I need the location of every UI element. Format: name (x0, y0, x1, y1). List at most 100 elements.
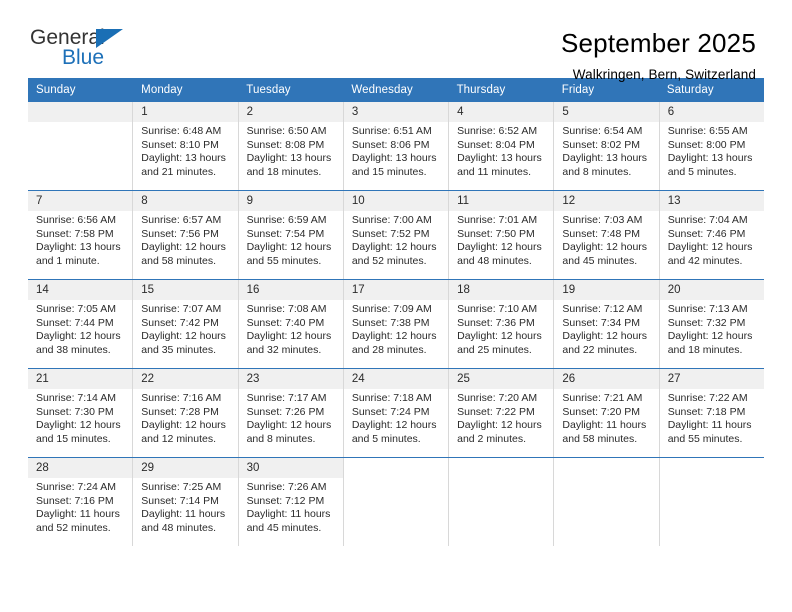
day-daylight2-text: and 2 minutes. (457, 432, 527, 445)
day-cell[interactable]: 15 Sunrise: 7:07 AM Sunset: 7:42 PM Dayligh… (133, 280, 239, 368)
day-sunrise-text: Sunrise: 7:21 AM (562, 392, 643, 404)
day-sun-info: Sunrise: 6:54 AM Sunset: 8:02 PM Daylight:… (554, 122, 658, 179)
day-sunrise-text: Sunrise: 6:57 AM (141, 214, 222, 226)
day-daylight1-text: Daylight: 12 hours (246, 241, 332, 254)
day-cell[interactable]: 14 Sunrise: 7:05 AM Sunset: 7:44 PM Dayligh… (28, 280, 134, 368)
day-daylight1-text: Daylight: 11 hours (667, 419, 752, 432)
day-number: 19 (554, 280, 659, 300)
day-daylight1-text: Daylight: 13 hours (141, 152, 226, 165)
calendar-grid: Sunday Monday Tuesday Wednesday Thursday… (28, 78, 764, 546)
day-daylight2-text: and 25 minutes. (457, 343, 532, 356)
day-sunrise-text: Sunrise: 7:05 AM (36, 303, 116, 315)
day-cell[interactable]: 8 Sunrise: 6:57 AM Sunset: 7:56 PM Daylight… (133, 191, 239, 279)
day-cell[interactable]: 11 Sunrise: 7:01 AM Sunset: 7:50 PM Dayligh… (449, 191, 555, 279)
day-sunset-text: Sunset: 7:42 PM (141, 316, 219, 329)
day-daylight2-text: and 55 minutes. (246, 254, 322, 267)
day-daylight1-text: Daylight: 11 hours (246, 508, 331, 521)
day-sunrise-text: Sunrise: 7:25 AM (141, 481, 222, 493)
day-cell[interactable]: 4 Sunrise: 6:52 AM Sunset: 8:04 PM Daylight… (449, 102, 555, 190)
day-number: 3 (343, 102, 449, 122)
day-sunset-text: Sunset: 7:18 PM (667, 405, 746, 418)
day-sunrise-text: Sunrise: 7:13 AM (667, 303, 748, 315)
day-sunrise-text: Sunrise: 6:50 AM (246, 125, 327, 137)
day-cell[interactable]: 24 Sunrise: 7:18 AM Sunset: 7:24 PM Dayligh… (343, 369, 450, 457)
day-cell[interactable]: 2 Sunrise: 6:50 AM Sunset: 8:08 PM Daylight… (238, 102, 344, 190)
day-cell[interactable]: 9 Sunrise: 6:59 AM Sunset: 7:54 PM Daylight… (238, 191, 344, 279)
day-sunset-text: Sunset: 7:20 PM (562, 405, 641, 418)
day-daylight2-text: and 48 minutes. (141, 521, 216, 534)
day-sun-info: Sunrise: 6:56 AM Sunset: 7:58 PM Daylight:… (28, 211, 132, 268)
day-daylight2-text: and 38 minutes. (36, 343, 111, 356)
day-number: 22 (133, 369, 238, 389)
day-cell[interactable]: 13 Sunrise: 7:04 AM Sunset: 7:46 PM Dayligh… (659, 191, 764, 279)
day-daylight1-text: Daylight: 12 hours (246, 330, 332, 343)
day-cell[interactable]: 10 Sunrise: 7:00 AM Sunset: 7:52 PM Dayligh… (343, 191, 450, 279)
day-number: 29 (133, 458, 238, 478)
day-sunset-text: Sunset: 7:12 PM (246, 494, 325, 507)
day-number: 4 (449, 102, 554, 122)
weekday-header-thursday: Thursday (456, 84, 506, 96)
day-sunset-text: Sunset: 7:58 PM (36, 227, 114, 240)
day-cell[interactable]: 25 Sunrise: 7:20 AM Sunset: 7:22 PM Dayligh… (449, 369, 555, 457)
day-sun-info: Sunrise: 7:18 AM Sunset: 7:24 PM Daylight:… (344, 389, 448, 446)
day-number: 1 (133, 102, 238, 122)
day-cell[interactable]: 22 Sunrise: 7:16 AM Sunset: 7:28 PM Dayligh… (133, 369, 239, 457)
day-cell[interactable]: 29 Sunrise: 7:25 AM Sunset: 7:14 PM Dayligh… (133, 458, 239, 546)
day-cell-empty (449, 458, 555, 546)
day-cell[interactable]: 28 Sunrise: 7:24 AM Sunset: 7:16 PM Dayligh… (28, 458, 134, 546)
day-sun-info: Sunrise: 7:25 AM Sunset: 7:14 PM Daylight:… (133, 478, 237, 535)
day-cell[interactable]: 17 Sunrise: 7:09 AM Sunset: 7:38 PM Dayligh… (343, 280, 450, 368)
day-sunrise-text: Sunrise: 6:55 AM (667, 125, 748, 137)
day-cell[interactable]: 30 Sunrise: 7:26 AM Sunset: 7:12 PM Dayligh… (238, 458, 344, 546)
day-daylight2-text: and 32 minutes. (246, 343, 322, 356)
day-sunrise-text: Sunrise: 7:20 AM (457, 392, 538, 404)
calendar-page: General Blue September 2025 Walkringen, … (0, 0, 792, 612)
day-number (343, 458, 449, 478)
day-number: 23 (238, 369, 343, 389)
day-sun-info: Sunrise: 7:00 AM Sunset: 7:52 PM Daylight:… (344, 211, 448, 268)
day-cell[interactable]: 7 Sunrise: 6:56 AM Sunset: 7:58 PM Daylight… (28, 191, 134, 279)
day-cell[interactable]: 27 Sunrise: 7:22 AM Sunset: 7:18 PM Dayligh… (659, 369, 764, 457)
day-cell[interactable]: 1 Sunrise: 6:48 AM Sunset: 8:10 PM Daylight… (133, 102, 239, 190)
day-cell[interactable]: 26 Sunrise: 7:21 AM Sunset: 7:20 PM Dayligh… (554, 369, 660, 457)
day-daylight2-text: and 48 minutes. (457, 254, 532, 267)
day-number: 26 (554, 369, 659, 389)
day-daylight1-text: Daylight: 12 hours (562, 330, 648, 343)
day-daylight2-text: and 58 minutes. (562, 432, 638, 445)
calendar-week-row: 7 Sunrise: 6:56 AM Sunset: 7:58 PM Daylight… (28, 190, 764, 279)
day-sun-info: Sunrise: 7:04 AM Sunset: 7:46 PM Daylight:… (660, 211, 764, 268)
day-daylight2-text: and 58 minutes. (141, 254, 216, 267)
day-cell[interactable]: 19 Sunrise: 7:12 AM Sunset: 7:34 PM Dayligh… (554, 280, 660, 368)
day-daylight1-text: Daylight: 13 hours (562, 152, 648, 165)
title-block: September 2025 Walkringen, Bern, Switzer… (150, 26, 756, 84)
day-cell[interactable]: 5 Sunrise: 6:54 AM Sunset: 8:02 PM Daylight… (554, 102, 660, 190)
day-daylight2-text: and 11 minutes. (457, 165, 532, 178)
day-cell[interactable]: 12 Sunrise: 7:03 AM Sunset: 7:48 PM Dayligh… (554, 191, 660, 279)
day-cell[interactable]: 23 Sunrise: 7:17 AM Sunset: 7:26 PM Dayligh… (238, 369, 344, 457)
day-number: 14 (28, 280, 133, 300)
day-cell[interactable]: 6 Sunrise: 6:55 AM Sunset: 8:00 PM Daylight… (659, 102, 764, 190)
calendar-weeks: 1 Sunrise: 6:48 AM Sunset: 8:10 PM Daylight… (28, 102, 764, 546)
general-blue-logo[interactable]: General Blue (30, 26, 150, 78)
day-cell[interactable]: 20 Sunrise: 7:13 AM Sunset: 7:32 PM Dayligh… (659, 280, 764, 368)
day-cell-empty (343, 458, 450, 546)
day-sunrise-text: Sunrise: 6:54 AM (562, 125, 643, 137)
day-cell[interactable]: 16 Sunrise: 7:08 AM Sunset: 7:40 PM Dayligh… (238, 280, 344, 368)
day-daylight1-text: Daylight: 12 hours (457, 419, 542, 432)
day-number: 5 (554, 102, 659, 122)
day-number: 10 (343, 191, 449, 211)
day-cell[interactable]: 18 Sunrise: 7:10 AM Sunset: 7:36 PM Dayligh… (449, 280, 555, 368)
day-sun-info: Sunrise: 7:16 AM Sunset: 7:28 PM Daylight:… (133, 389, 237, 446)
day-daylight2-text: and 21 minutes. (141, 165, 216, 178)
calendar-week-row: 1 Sunrise: 6:48 AM Sunset: 8:10 PM Daylight… (28, 102, 764, 190)
calendar-week-row: 28 Sunrise: 7:24 AM Sunset: 7:16 PM Dayligh… (28, 457, 764, 546)
day-sun-info: Sunrise: 7:07 AM Sunset: 7:42 PM Daylight:… (133, 300, 237, 357)
day-cell[interactable]: 3 Sunrise: 6:51 AM Sunset: 8:06 PM Daylight… (343, 102, 450, 190)
day-daylight2-text: and 45 minutes. (562, 254, 638, 267)
day-sun-info: Sunrise: 7:20 AM Sunset: 7:22 PM Daylight:… (449, 389, 553, 446)
day-sunrise-text: Sunrise: 7:10 AM (457, 303, 538, 315)
day-cell[interactable]: 21 Sunrise: 7:14 AM Sunset: 7:30 PM Dayligh… (28, 369, 134, 457)
day-sunset-text: Sunset: 7:40 PM (246, 316, 325, 329)
day-sunset-text: Sunset: 8:04 PM (457, 138, 535, 151)
day-daylight2-text: and 8 minutes. (562, 165, 632, 178)
